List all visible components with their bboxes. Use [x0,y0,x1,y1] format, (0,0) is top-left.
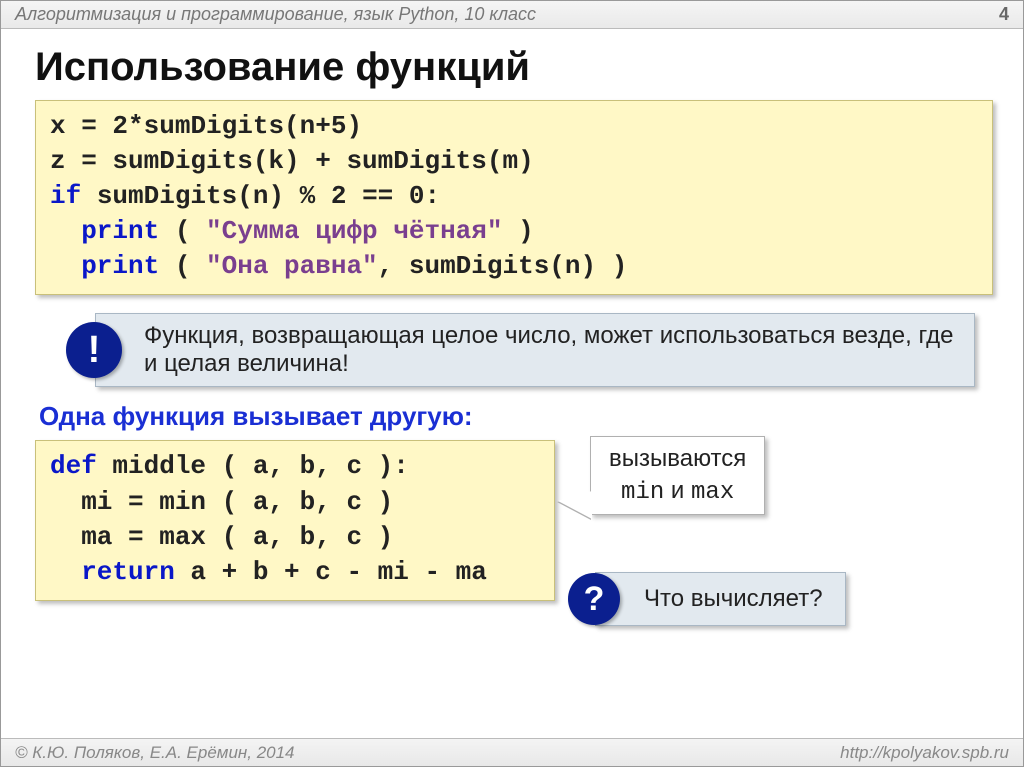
code-block-1: x = 2*sumDigits(n+5) z = sumDigits(k) + … [35,100,993,295]
exclamation-icon: ! [66,322,122,378]
lower-row: def middle ( a, b, c ): mi = min ( a, b,… [35,440,993,600]
slide-content: Использование функций x = 2*sumDigits(n+… [1,29,1023,601]
page-number: 4 [999,4,1009,25]
question-box: ? Что вычисляет? [595,572,846,626]
question-text: Что вычисляет? [644,585,823,612]
callout-line2: min и max [609,475,746,508]
tip-box: ! Функция, возвращающая целое число, мож… [95,313,975,387]
course-title: Алгоритмизация и программирование, язык … [15,4,536,25]
code-text: x = [50,111,112,141]
footer-bar: © К.Ю. Поляков, Е.А. Ерёмин, 2014 http:/… [1,738,1023,766]
header-bar: Алгоритмизация и программирование, язык … [1,1,1023,29]
callout-line1: вызываются [609,443,746,474]
footer-authors: © К.Ю. Поляков, Е.А. Ерёмин, 2014 [15,743,295,763]
callout-bubble: вызываются min и max [590,436,765,514]
slide-title: Использование функций [35,45,993,90]
question-icon: ? [568,573,620,625]
footer-url: http://kpolyakov.spb.ru [840,743,1009,763]
code-block-2: def middle ( a, b, c ): mi = min ( a, b,… [35,440,555,600]
sub-heading: Одна функция вызывает другую: [39,401,993,432]
callout-tail-icon [558,491,592,519]
tip-text: Функция, возвращающая целое число, может… [144,322,953,377]
